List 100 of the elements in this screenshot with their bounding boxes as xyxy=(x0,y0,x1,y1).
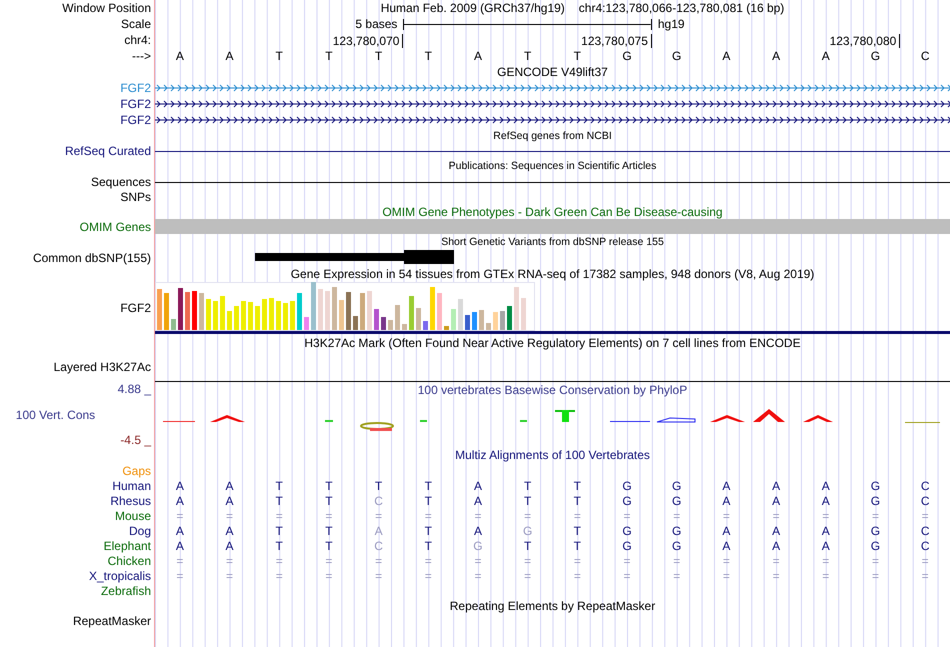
aligned-base: = xyxy=(324,568,334,582)
track-title: Publications: Sequences in Scientific Articles xyxy=(448,160,656,172)
aligned-base: G xyxy=(621,538,633,552)
aligned-base: = xyxy=(772,508,781,522)
aligned-base: = xyxy=(920,508,930,522)
aligned-base: T xyxy=(572,538,582,552)
row-label: Window Position xyxy=(62,1,151,15)
track-label[interactable]: OMIM Genes xyxy=(80,220,151,234)
aligned-base: G xyxy=(671,524,682,538)
axis-min-label: -4.5 _ xyxy=(119,433,151,447)
aligned-base: = xyxy=(324,554,334,568)
aligned-base: C xyxy=(920,538,930,552)
position-range: chr4:123,780,066-123,780,081 (16 bp) xyxy=(578,1,784,15)
track-label[interactable]: FGF2 xyxy=(120,301,151,315)
track-label[interactable]: FGF2 xyxy=(120,113,151,127)
base-letter: T xyxy=(324,49,334,63)
aligned-base: T xyxy=(324,538,334,552)
aligned-base: C xyxy=(920,524,930,538)
aligned-base: A xyxy=(224,538,235,552)
variant-feature[interactable] xyxy=(255,250,454,264)
species-label[interactable]: Zebrafish xyxy=(100,584,151,598)
aligned-base: = xyxy=(225,508,234,522)
aligned-base: = xyxy=(572,554,582,568)
aligned-base: = xyxy=(274,508,284,522)
position-tick-label: 123,780,080 xyxy=(751,34,900,48)
species-label[interactable]: Mouse xyxy=(114,508,151,522)
base-letter: T xyxy=(274,49,284,63)
scale-assembly: hg19 xyxy=(656,17,686,31)
aligned-base: A xyxy=(174,494,185,508)
aligned-base: = xyxy=(772,554,781,568)
position-tick-label: 123,780,075 xyxy=(502,34,652,48)
aligned-base: A xyxy=(771,478,782,492)
species-label[interactable]: Dog xyxy=(128,524,151,538)
aligned-base: T xyxy=(324,494,334,508)
species-label[interactable]: Rhesus xyxy=(110,494,151,508)
aligned-base: = xyxy=(175,508,184,522)
aligned-base: A xyxy=(820,524,831,538)
species-label[interactable]: Elephant xyxy=(104,538,151,552)
row-label: chr4: xyxy=(124,33,151,47)
base-letter: A xyxy=(771,49,782,63)
base-letter: T xyxy=(522,49,532,63)
track-label[interactable]: 100 Vert. Cons xyxy=(0,408,151,422)
track-title: RefSeq genes from NCBI xyxy=(493,130,612,142)
aligned-base: = xyxy=(821,554,830,568)
aligned-base: G xyxy=(671,538,682,552)
aligned-base: G xyxy=(870,478,882,492)
aligned-base: A xyxy=(174,538,185,552)
aligned-base: = xyxy=(274,568,284,582)
aligned-base: = xyxy=(722,568,731,582)
aligned-base: = xyxy=(473,568,482,582)
track-label[interactable]: Layered H3K27Ac xyxy=(54,360,151,374)
aligned-base: = xyxy=(274,554,284,568)
aligned-base: A xyxy=(174,524,185,538)
aligned-base: = xyxy=(374,554,384,568)
track-label[interactable]: FGF2 xyxy=(120,97,151,111)
species-label[interactable]: Chicken xyxy=(108,554,151,568)
aligned-base: T xyxy=(522,478,532,492)
aligned-base: = xyxy=(920,568,930,582)
track-title: Gene Expression in 54 tissues from GTEx RNA-seq of 17382 samples, 948 donors (V8, Aug 2019) xyxy=(290,267,814,281)
aligned-base: = xyxy=(572,568,582,582)
species-label[interactable]: Human xyxy=(112,478,151,492)
aligned-base: = xyxy=(374,508,384,522)
aligned-base: T xyxy=(274,524,284,538)
aligned-base: T xyxy=(572,524,582,538)
track-title: GENCODE V49lift37 xyxy=(497,65,608,79)
track-label[interactable]: SNPs xyxy=(120,190,151,204)
track-title: 100 vertebrates Basewise Conservation by PhyloP xyxy=(418,383,688,397)
track-label[interactable]: RepeatMasker xyxy=(72,614,151,628)
track-label[interactable]: RefSeq Curated xyxy=(64,144,151,158)
track-label[interactable]: Common dbSNP(155) xyxy=(32,250,151,264)
aligned-base: A xyxy=(472,494,483,508)
row-label: ---> xyxy=(132,49,151,63)
base-letter: C xyxy=(920,49,930,63)
aligned-base: G xyxy=(621,478,633,492)
base-letter: A xyxy=(721,49,732,63)
expression-bars-drawing[interactable] xyxy=(155,282,535,331)
aligned-base: = xyxy=(722,554,731,568)
track-title: Multiz Alignments of 100 Vertebrates xyxy=(455,448,650,462)
scale-length: 5 bases xyxy=(354,17,398,31)
aligned-base: A xyxy=(771,494,782,508)
aligned-base: G xyxy=(671,494,682,508)
aligned-base: A xyxy=(771,524,782,538)
aligned-base: = xyxy=(374,568,384,582)
aligned-base: = xyxy=(225,568,234,582)
aligned-base: = xyxy=(175,554,184,568)
aligned-base: = xyxy=(870,554,880,568)
aligned-base: T xyxy=(324,524,334,538)
base-letter: A xyxy=(472,49,483,63)
species-label[interactable]: X_tropicalis xyxy=(88,568,151,582)
position-tick-label: 123,780,070 xyxy=(254,34,404,48)
aligned-base: A xyxy=(721,538,732,552)
aligned-base: = xyxy=(622,554,632,568)
aligned-base: = xyxy=(175,568,184,582)
track-label[interactable]: Sequences xyxy=(90,174,151,188)
aligned-base: A xyxy=(771,538,782,552)
aligned-base: T xyxy=(424,538,433,552)
aligned-base: A xyxy=(224,478,235,492)
track-label[interactable]: FGF2 xyxy=(120,81,151,95)
base-letter: T xyxy=(424,49,433,63)
aligned-base: T xyxy=(274,494,284,508)
